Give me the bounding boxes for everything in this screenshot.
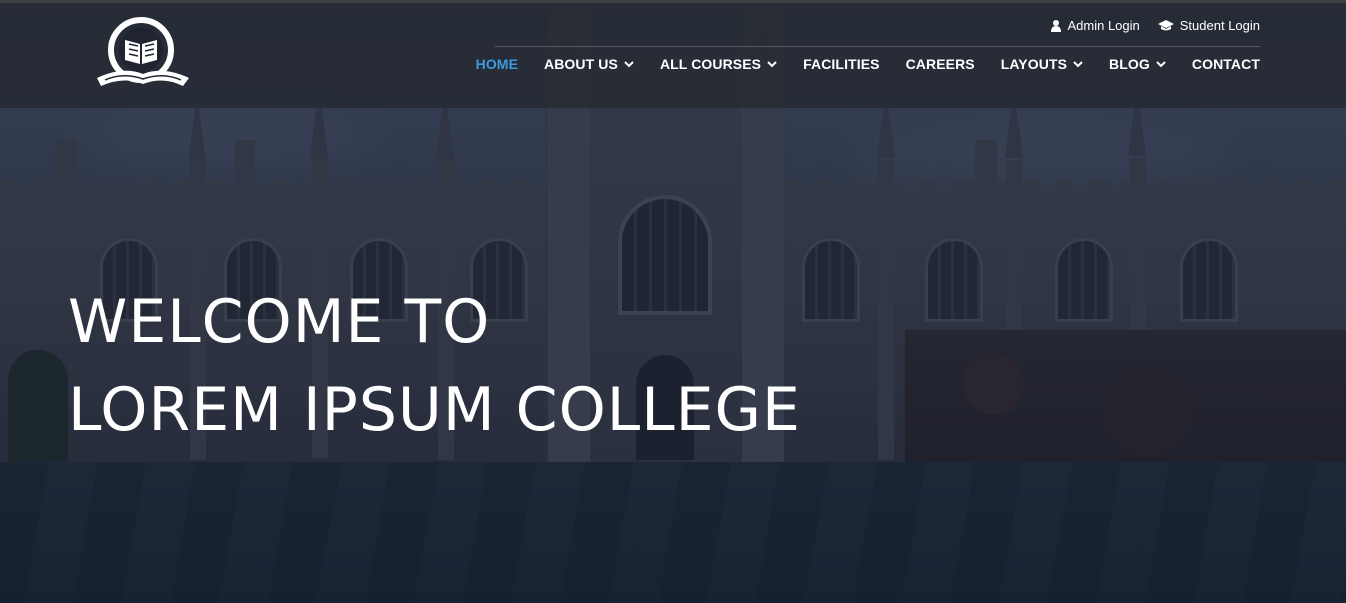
nav-about-us[interactable]: ABOUT US (544, 56, 634, 72)
nav-blog-label: BLOG (1109, 56, 1150, 72)
student-login-label: Student Login (1179, 18, 1260, 33)
nav-home-label: HOME (475, 56, 519, 72)
admin-login-label: Admin Login (1067, 18, 1140, 33)
chevron-down-icon (624, 61, 634, 68)
graduation-cap-icon (1157, 19, 1174, 30)
chevron-down-icon (1073, 61, 1083, 68)
nav-careers-label: CAREERS (905, 56, 975, 72)
nav-careers[interactable]: CAREERS (906, 56, 975, 72)
college-logo[interactable] (93, 14, 191, 98)
nav-facilities[interactable]: FACILITIES (803, 56, 879, 72)
chevron-down-icon (767, 61, 777, 68)
chevron-down-icon (1156, 61, 1166, 68)
site-header: Admin Login Student Login HOME ABOUT US … (0, 0, 1346, 108)
main-nav: HOME ABOUT US ALL COURSES FACILITIES CAR… (476, 56, 1260, 72)
student-login-link[interactable]: Student Login (1157, 18, 1260, 33)
nav-contact-label: CONTACT (1191, 56, 1260, 72)
hero-title-line1: WELCOME TO (68, 287, 491, 357)
nav-contact[interactable]: CONTACT (1192, 56, 1260, 72)
hero-title-line2: LOREM IPSUM COLLEGE (68, 375, 801, 445)
nav-layouts-label: LAYOUTS (1000, 56, 1068, 72)
nav-blog[interactable]: BLOG (1109, 56, 1166, 72)
nav-all-courses-label: ALL COURSES (659, 56, 762, 72)
admin-login-link[interactable]: Admin Login (1051, 18, 1140, 33)
hero-title: WELCOME TO LOREM IPSUM COLLEGE (68, 278, 801, 454)
nav-layouts[interactable]: LAYOUTS (1001, 56, 1083, 72)
nav-facilities-label: FACILITIES (803, 56, 880, 72)
nav-home[interactable]: HOME (476, 56, 518, 72)
top-links: Admin Login Student Login (1051, 18, 1260, 33)
nav-all-courses[interactable]: ALL COURSES (660, 56, 777, 72)
user-icon (1051, 19, 1062, 32)
book-emblem-icon (97, 17, 189, 86)
nav-about-us-label: ABOUT US (544, 56, 618, 72)
nav-divider (495, 46, 1260, 47)
